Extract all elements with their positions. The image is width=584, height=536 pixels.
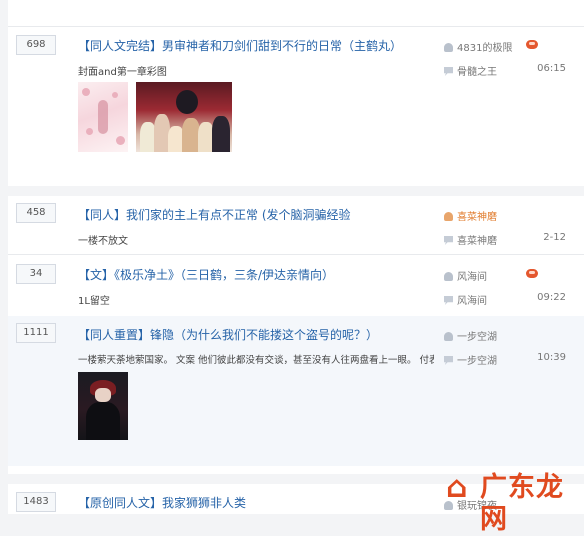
reply-count: 1483 — [16, 492, 56, 512]
user-icon — [444, 212, 453, 221]
user-icon — [444, 332, 453, 341]
thread-time: 09:22 — [537, 292, 566, 303]
thread-author[interactable]: 4831的极限 — [444, 39, 512, 54]
reply-icon — [444, 236, 453, 245]
thread-title-text[interactable]: 锋隐（为什么我们不能搂这个盗号的呢？） — [150, 328, 378, 342]
watermark-logo-icon: ⌂ — [446, 470, 468, 505]
hot-badge-icon — [526, 40, 538, 49]
site-watermark: ⌂ 广东龙网 — [446, 470, 580, 536]
thread-title-text[interactable]: 《极乐净土》（三日鹤，三条/伊达亲情向） — [114, 268, 334, 282]
thread-title[interactable]: 【同人重置】锋隐（为什么我们不能搂这个盗号的呢？） — [78, 326, 378, 343]
cover-image[interactable] — [78, 82, 128, 152]
thread-tag[interactable]: 【同人重置】 — [78, 328, 150, 342]
thread-last-reply[interactable]: 喜菜神磨 — [444, 232, 497, 247]
thread-tag[interactable]: 【文】 — [78, 268, 114, 282]
thread-tag[interactable]: 【同人文完结】 — [78, 39, 162, 53]
thread-snippet: 封面and第一章彩图 — [78, 67, 167, 78]
reply-count: 698 — [16, 35, 56, 55]
thread-title[interactable]: 【文】《极乐净土》（三日鹤，三条/伊达亲情向） — [78, 266, 334, 283]
chapter-one-color-art[interactable] — [136, 82, 232, 152]
reply-icon — [444, 67, 453, 76]
thread-title[interactable]: 【原创同人文】我家狮狮非人类 — [78, 494, 246, 511]
thread-last-reply[interactable]: 一步空湖 — [444, 352, 497, 367]
reply-count: 1111 — [16, 323, 56, 343]
thread-title[interactable]: 【同人文完结】男审神者和刀剑们甜到不行的日常（主鹤丸） — [78, 37, 402, 54]
divider — [8, 26, 584, 27]
thread-author[interactable]: 风海间 — [444, 268, 487, 283]
thread-snippet: 1L留空 — [78, 296, 110, 307]
thread-author[interactable]: 喜菜神磨 — [444, 208, 497, 223]
thread-author[interactable]: 一步空湖 — [444, 328, 497, 343]
thread-title-text[interactable]: 我家狮狮非人类 — [162, 496, 246, 510]
divider — [8, 254, 584, 255]
thread-snippet: 一楼不放文 — [78, 236, 128, 247]
thread-title[interactable]: 【同人】我们家的主上有点不正常 (发个脑洞骗经验 — [78, 206, 351, 223]
row-separator — [8, 186, 584, 196]
thread-title-text[interactable]: 我们家的主上有点不正常 (发个脑洞骗经验 — [126, 208, 351, 222]
thread-time: 2-12 — [543, 232, 566, 243]
thread-last-reply[interactable]: 骨髓之王 — [444, 63, 497, 78]
user-icon — [444, 43, 453, 52]
hot-badge-icon — [526, 269, 538, 278]
cover-image[interactable] — [78, 372, 128, 440]
thread-snippet: 一楼萦天荼地萦国家。 文案 他们彼此都没有交谈，甚至没有人往两盘看上一眼。 付表… — [78, 355, 434, 366]
thread-tag[interactable]: 【同人】 — [78, 208, 126, 222]
reply-icon — [444, 296, 453, 305]
reply-count: 458 — [16, 203, 56, 223]
thread-title-text[interactable]: 男审神者和刀剑们甜到不行的日常（主鹤丸） — [162, 39, 402, 53]
thread-tag[interactable]: 【原创同人文】 — [78, 496, 162, 510]
reply-count: 34 — [16, 264, 56, 284]
watermark-text: 广东龙网 — [480, 472, 564, 535]
thread-time: 06:15 — [537, 63, 566, 74]
reply-icon — [444, 356, 453, 365]
user-icon — [444, 272, 453, 281]
thread-time: 10:39 — [537, 352, 566, 363]
thread-last-reply[interactable]: 风海间 — [444, 292, 487, 307]
